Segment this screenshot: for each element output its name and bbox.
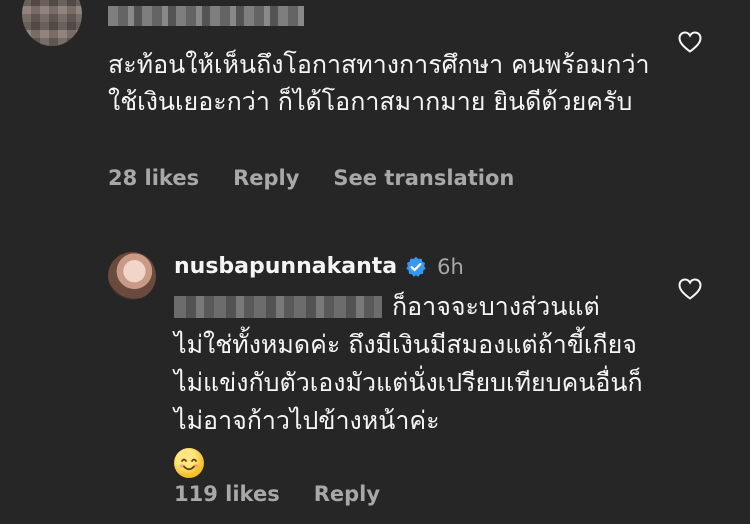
- like-heart-icon[interactable]: [678, 31, 702, 53]
- likes-count[interactable]: 28 likes: [108, 166, 199, 190]
- comment-text: สะท้อนให้เห็นถึงโอกาสทางการศึกษา คนพร้อม…: [108, 50, 650, 116]
- likes-count[interactable]: 119 likes: [174, 482, 280, 506]
- verified-badge-icon: [406, 256, 426, 277]
- commenter-avatar[interactable]: [22, 0, 82, 46]
- reply-button[interactable]: Reply: [314, 482, 380, 506]
- like-heart-icon[interactable]: [678, 278, 702, 300]
- reply-text-block: ก็อาจจะบางส่วนแต่ไม่ใช่ทั้งหมดค่ะ ถึงมีเ…: [174, 288, 644, 478]
- reply-timestamp: 6h: [437, 254, 464, 279]
- comment-actions: 28 likes Reply See translation: [108, 166, 514, 190]
- see-translation-button[interactable]: See translation: [333, 166, 514, 190]
- reply-text: ก็อาจจะบางส่วนแต่ไม่ใช่ทั้งหมดค่ะ ถึงมีเ…: [174, 292, 643, 435]
- commenter-username-blurred[interactable]: [108, 6, 304, 26]
- reply-button[interactable]: Reply: [233, 166, 299, 190]
- reply-username[interactable]: nusbapunnakanta: [174, 254, 397, 279]
- reply-header: nusbapunnakanta 6h: [174, 254, 464, 279]
- reply-avatar[interactable]: [108, 252, 156, 300]
- reply-actions: 119 likes Reply: [174, 482, 380, 506]
- smiling-face-emoji-icon: [174, 448, 204, 478]
